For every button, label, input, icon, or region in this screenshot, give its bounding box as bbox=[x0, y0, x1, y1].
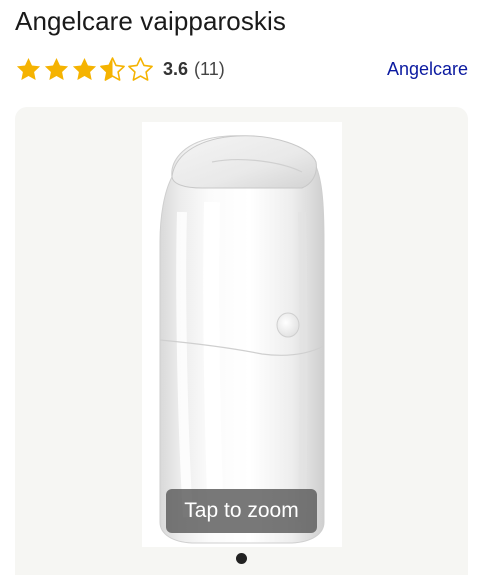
star-rating bbox=[15, 56, 155, 83]
star-half-icon bbox=[100, 56, 125, 81]
star-full-icon bbox=[16, 57, 41, 80]
tap-to-zoom-button[interactable]: Tap to zoom bbox=[166, 489, 317, 533]
diaper-pail-image bbox=[159, 135, 325, 544]
product-page: Angelcare vaipparoskis 3.6 (11) Angelcar… bbox=[0, 0, 482, 575]
product-image[interactable] bbox=[142, 122, 342, 547]
rating-summary: 3.6 (11) bbox=[163, 59, 225, 80]
star-full-icon bbox=[72, 57, 97, 80]
star-full-icon bbox=[44, 57, 69, 80]
gallery-pagination-dot[interactable] bbox=[236, 553, 247, 564]
star-empty-icon bbox=[128, 56, 153, 81]
product-title: Angelcare vaipparoskis bbox=[15, 6, 287, 36]
brand-link[interactable]: Angelcare bbox=[387, 59, 468, 80]
rating-value: 3.6 bbox=[163, 58, 189, 79]
image-gallery[interactable]: Tap to zoom bbox=[15, 107, 468, 575]
rating-row[interactable]: 3.6 (11) bbox=[15, 54, 225, 84]
review-count: (11) bbox=[194, 58, 225, 79]
